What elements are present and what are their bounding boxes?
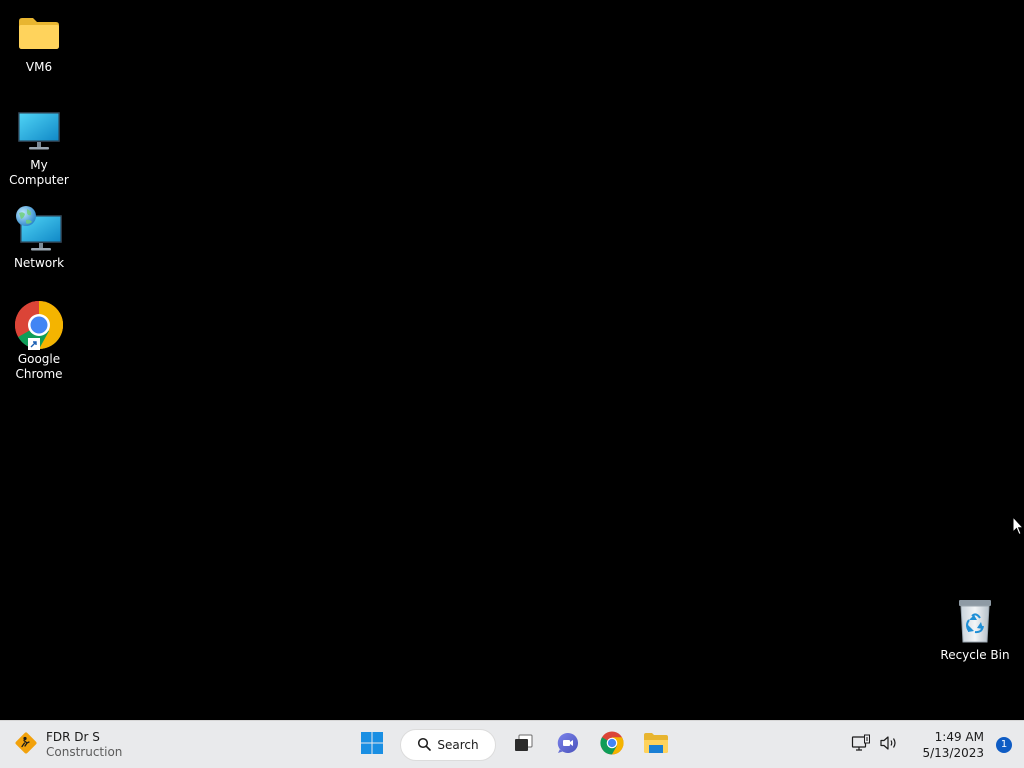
- task-view-button[interactable]: [504, 725, 544, 765]
- desktop-icon-label: VM6: [25, 60, 53, 74]
- chrome-icon: [600, 731, 624, 759]
- network-icon: [14, 204, 64, 254]
- task-view-icon: [513, 732, 535, 758]
- windows-start-icon: [360, 731, 384, 759]
- desktop: VM6 My Computer Network Google Chrome Re…: [0, 0, 1024, 720]
- folder-icon: [14, 8, 64, 58]
- recycle-bin-icon: [950, 596, 1000, 646]
- desktop-icon-label: Network: [13, 256, 65, 270]
- monitor-icon: [14, 106, 64, 156]
- search-label: Search: [437, 738, 479, 752]
- chrome-taskbar-button[interactable]: [592, 725, 632, 765]
- volume-button[interactable]: [878, 734, 900, 756]
- weather-widget[interactable]: FDR Dr S Construction: [14, 727, 122, 763]
- network-status-button[interactable]: [850, 734, 872, 756]
- system-tray: 1:49 AM 5/13/2023 1: [850, 725, 1012, 765]
- clock[interactable]: 1:49 AM 5/13/2023: [922, 729, 984, 761]
- network-status-icon: [851, 734, 871, 756]
- desktop-icon-recycle-bin[interactable]: Recycle Bin: [936, 596, 1014, 663]
- clock-time: 1:49 AM: [934, 730, 984, 744]
- desktop-icon-label: My Computer: [9, 158, 69, 187]
- desktop-icon-label: Recycle Bin: [940, 648, 1010, 662]
- volume-icon: [879, 734, 899, 756]
- weather-subtitle: Construction: [46, 745, 123, 759]
- search-icon: [417, 737, 432, 754]
- search-button[interactable]: Search: [400, 729, 496, 761]
- desktop-icon-label: Google Chrome: [15, 352, 63, 381]
- teams-chat-icon: [556, 731, 580, 759]
- chrome-icon: [14, 300, 64, 350]
- desktop-icon-vm6[interactable]: VM6: [0, 8, 78, 75]
- file-explorer-icon: [643, 732, 669, 758]
- clock-date: 5/13/2023: [922, 746, 984, 760]
- taskbar: FDR Dr S Construction Search 1:49 AM 5/1…: [0, 720, 1024, 768]
- teams-chat-button[interactable]: [548, 725, 588, 765]
- start-button[interactable]: [352, 725, 392, 765]
- taskbar-center: Search: [352, 725, 676, 765]
- notification-badge[interactable]: 1: [996, 737, 1012, 753]
- desktop-icon-network[interactable]: Network: [0, 204, 78, 271]
- mouse-cursor-icon: [1012, 516, 1024, 536]
- shortcut-arrow-icon: [28, 338, 40, 350]
- construction-warning-icon: [14, 731, 38, 759]
- desktop-icon-google-chrome[interactable]: Google Chrome: [0, 300, 78, 382]
- weather-title: FDR Dr S: [46, 730, 100, 744]
- desktop-icon-my-computer[interactable]: My Computer: [0, 106, 78, 188]
- file-explorer-button[interactable]: [636, 725, 676, 765]
